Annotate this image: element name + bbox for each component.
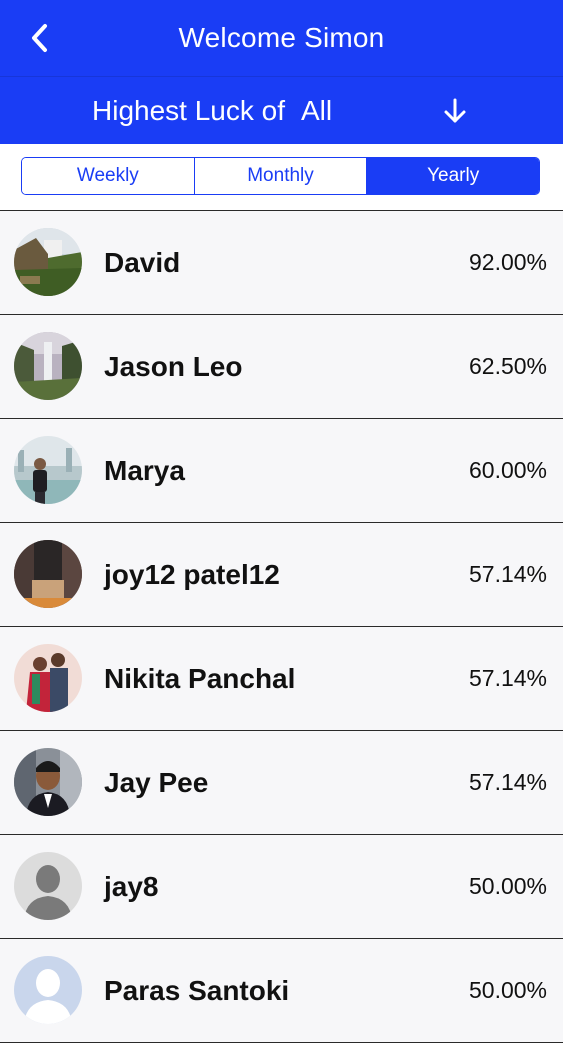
list-item[interactable]: joy12 patel12 57.14% xyxy=(0,523,563,627)
page-title: Welcome Simon xyxy=(178,22,385,53)
luck-filter-dropdown[interactable]: Highest Luck of All xyxy=(0,76,563,145)
luck-percentage: 57.14% xyxy=(468,769,547,795)
player-name: David xyxy=(104,246,181,278)
avatar xyxy=(14,436,82,504)
player-name: jay8 xyxy=(104,870,159,902)
avatar xyxy=(14,956,82,1024)
tab-weekly[interactable]: Weekly xyxy=(22,158,194,194)
player-name: Marya xyxy=(104,454,185,486)
list-item[interactable]: David 92.00% xyxy=(0,211,563,315)
list-item[interactable]: Jay Pee 57.14% xyxy=(0,731,563,835)
list-item[interactable]: Nikita Panchal 57.14% xyxy=(0,627,563,731)
tab-yearly[interactable]: Yearly xyxy=(366,158,539,194)
tab-monthly[interactable]: Monthly xyxy=(193,158,367,194)
luck-percentage: 92.00% xyxy=(468,249,547,275)
luck-percentage: 60.00% xyxy=(468,457,547,483)
player-name: joy12 patel12 xyxy=(104,558,280,590)
period-segmented-control: Weekly Monthly Yearly xyxy=(21,157,540,195)
avatar xyxy=(14,540,82,608)
player-name: Paras Santoki xyxy=(104,974,290,1006)
avatar xyxy=(14,852,82,920)
avatar xyxy=(14,228,82,296)
luck-percentage: 62.50% xyxy=(468,353,547,379)
filter-value: All xyxy=(301,95,333,126)
avatar xyxy=(14,332,82,400)
luck-percentage: 50.00% xyxy=(468,977,547,1003)
back-button[interactable] xyxy=(22,20,58,56)
luck-percentage: 57.14% xyxy=(468,665,547,691)
leaderboard-list: David 92.00% Jason Leo 62.50% Marya 60.0… xyxy=(0,210,563,1043)
luck-percentage: 50.00% xyxy=(468,873,547,899)
player-name: Jay Pee xyxy=(104,766,209,798)
avatar xyxy=(14,644,82,712)
filter-label: Highest Luck of All xyxy=(92,77,332,145)
filter-prefix: Highest Luck of xyxy=(92,95,285,126)
list-item[interactable]: Jason Leo 62.50% xyxy=(0,315,563,419)
list-item[interactable]: Paras Santoki 50.00% xyxy=(0,939,563,1043)
list-item[interactable]: jay8 50.00% xyxy=(0,835,563,939)
player-name: Jason Leo xyxy=(104,350,243,382)
player-name: Nikita Panchal xyxy=(104,662,296,694)
period-selector-container: Weekly Monthly Yearly xyxy=(0,144,563,210)
chevron-left-icon xyxy=(32,24,47,52)
avatar xyxy=(14,748,82,816)
arrow-down-icon xyxy=(438,94,472,128)
luck-percentage: 57.14% xyxy=(468,561,547,587)
list-item[interactable]: Marya 60.00% xyxy=(0,419,563,523)
navigation-bar: Welcome Simon xyxy=(0,0,563,76)
